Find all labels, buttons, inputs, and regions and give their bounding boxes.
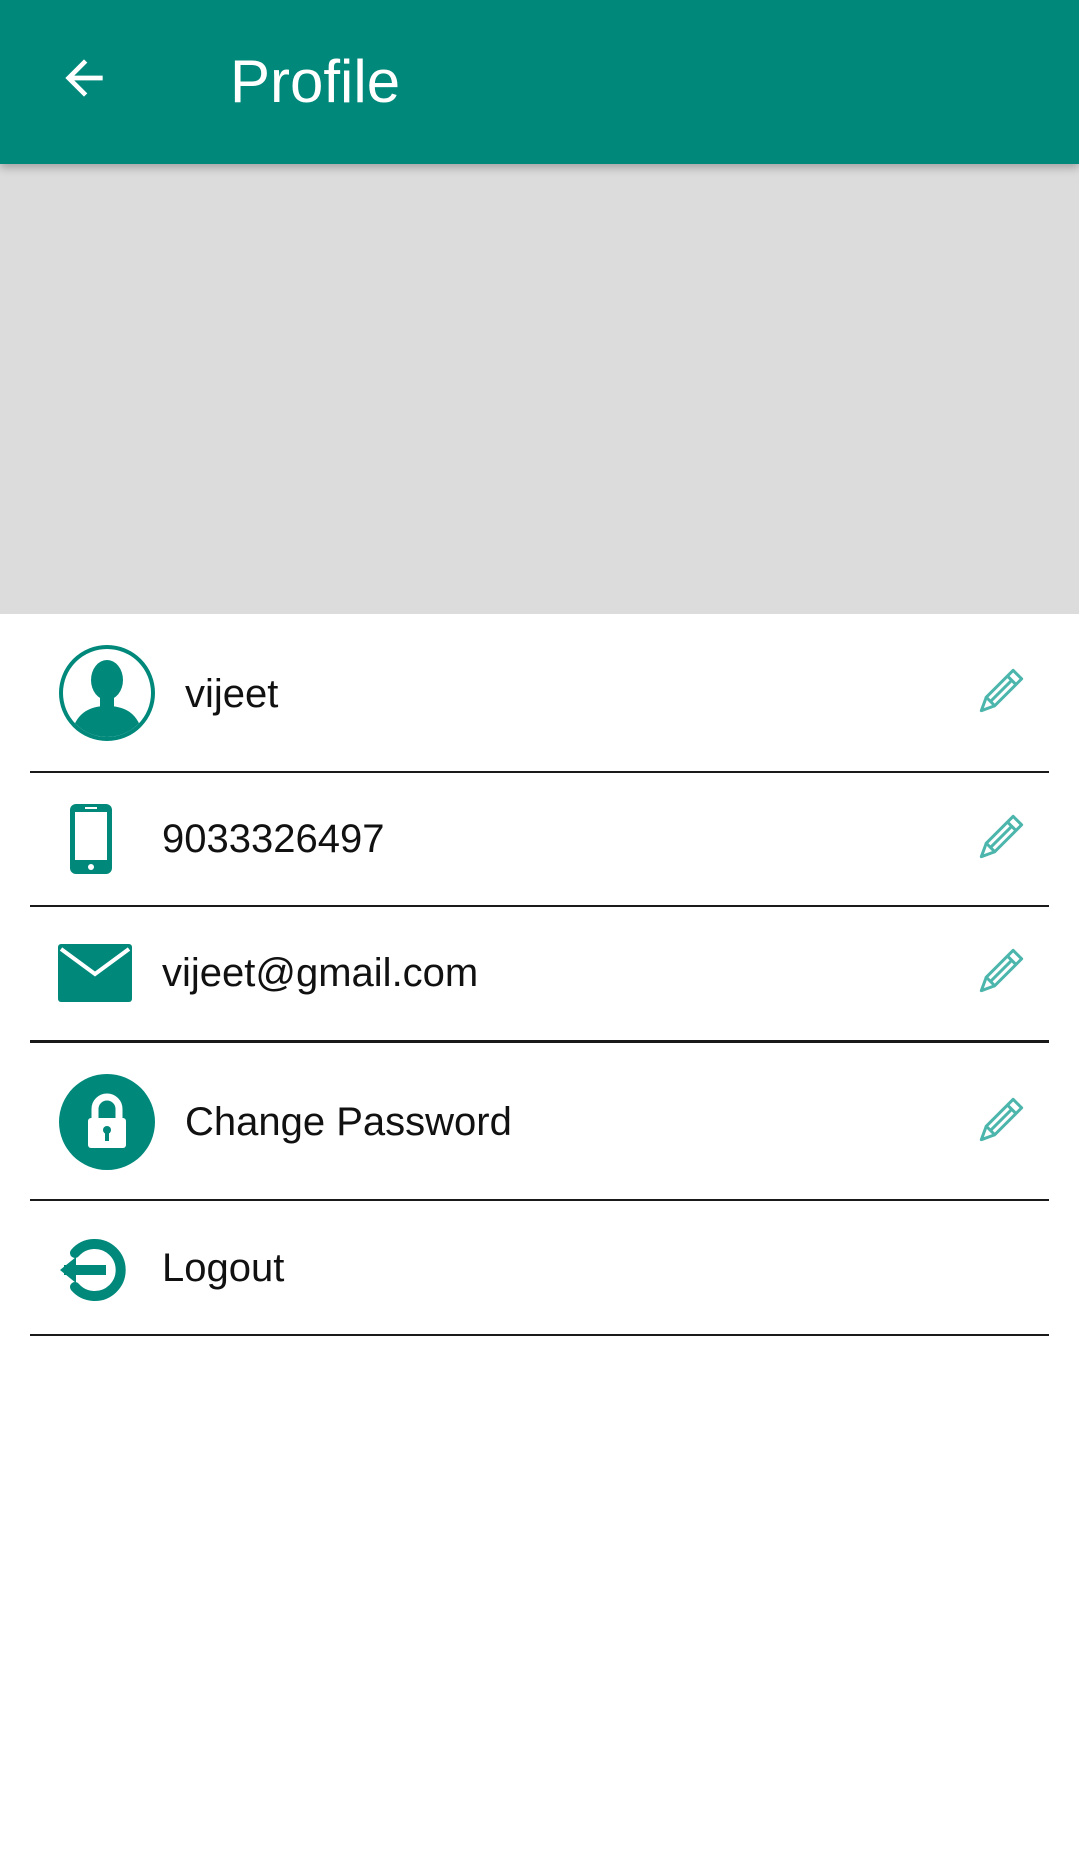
logout-row[interactable]: Logout xyxy=(30,1201,1049,1336)
logout-label: Logout xyxy=(162,1246,285,1290)
pencil-icon xyxy=(979,1097,1024,1142)
pencil-icon xyxy=(979,948,1024,993)
change-password-label: Change Password xyxy=(185,1100,512,1144)
change-password-row[interactable]: Change Password xyxy=(30,1043,1049,1201)
page-title: Profile xyxy=(230,48,401,115)
edit-password-button[interactable] xyxy=(969,1092,1029,1152)
edit-phone-button[interactable] xyxy=(969,809,1029,869)
profile-cover xyxy=(0,164,1079,614)
name-row[interactable]: vijeet xyxy=(30,614,1049,773)
app-bar: Profile xyxy=(0,0,1079,164)
smartphone-icon xyxy=(68,802,114,876)
user-avatar-icon xyxy=(58,644,156,742)
user-email: vijeet@gmail.com xyxy=(162,951,479,995)
edit-email-button[interactable] xyxy=(969,943,1029,1003)
user-name: vijeet xyxy=(185,672,279,716)
pencil-icon xyxy=(979,668,1024,713)
envelope-icon xyxy=(58,944,132,1002)
arrow-left-icon xyxy=(65,59,103,97)
edit-name-button[interactable] xyxy=(969,663,1029,723)
user-phone: 9033326497 xyxy=(162,817,385,861)
back-button[interactable] xyxy=(42,36,126,120)
logout-icon xyxy=(58,1233,132,1307)
lock-icon xyxy=(58,1073,156,1171)
pencil-icon xyxy=(979,814,1024,859)
phone-row[interactable]: 9033326497 xyxy=(30,773,1049,907)
email-row[interactable]: vijeet@gmail.com xyxy=(30,907,1049,1043)
